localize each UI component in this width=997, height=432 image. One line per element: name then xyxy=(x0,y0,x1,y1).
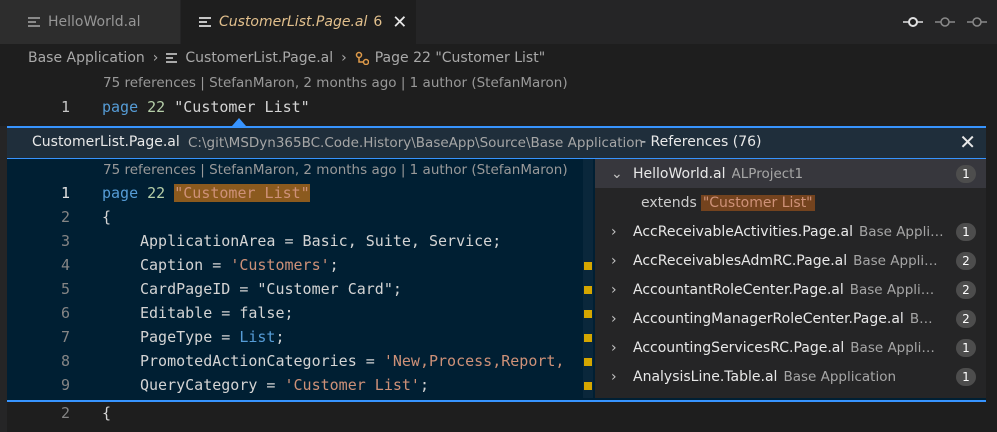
peek-file[interactable]: CustomerList.Page.al xyxy=(32,134,180,150)
overview-marker xyxy=(584,358,592,366)
chevron-right-icon[interactable]: › xyxy=(611,224,625,240)
gutter-strip xyxy=(0,126,7,432)
code-line[interactable]: { xyxy=(102,208,111,226)
count-badge: 2 xyxy=(956,310,976,328)
chevron-right-icon: › xyxy=(152,50,159,66)
symbol-icon xyxy=(355,51,369,65)
chevron-right-icon: › xyxy=(341,50,347,66)
overview-marker xyxy=(584,334,592,342)
chevron-right-icon[interactable]: › xyxy=(611,311,625,327)
timeline-active-icon[interactable] xyxy=(901,10,925,34)
code-line[interactable]: { xyxy=(102,404,111,422)
reference-file-row[interactable]: › AccountantRoleCenter.Page.al Base Appl… xyxy=(595,275,986,304)
count-badge: 2 xyxy=(956,281,976,299)
overview-marker xyxy=(584,286,592,294)
code-line[interactable]: page 22 "Customer List" xyxy=(102,98,310,116)
reference-file-row[interactable]: ⌄ HelloWorld.al ALProject1 1 xyxy=(595,159,986,188)
code-line[interactable]: ApplicationArea = Basic, Suite, Service; xyxy=(140,232,501,250)
code-line[interactable]: Caption = 'Customers'; xyxy=(140,256,339,274)
line-number: 1 xyxy=(60,184,70,202)
problem-count: 6 xyxy=(373,14,383,30)
breadcrumb: Base Application › CustomerList.Page.al … xyxy=(28,48,545,68)
file-lines-icon xyxy=(28,15,40,29)
close-tab-icon[interactable]: ✕ xyxy=(392,12,407,33)
peek-header: CustomerList.Page.al C:\git\MSDyn365BC.C… xyxy=(7,128,986,159)
tab-label: HelloWorld.al xyxy=(48,14,141,30)
tab-bar: HelloWorld.al CustomerList.Page.al 6 ✕ xyxy=(0,0,997,44)
codelens[interactable]: 75 references | StefanMaron, 2 months ag… xyxy=(103,75,568,91)
code-line[interactable]: QueryCategory = 'Customer List'; xyxy=(140,376,429,394)
line-number: 2 xyxy=(60,404,70,422)
file-lines-icon xyxy=(199,15,211,29)
reference-file-row[interactable]: › AccountingManagerRoleCenter.Page.al Ba… xyxy=(595,304,986,333)
editor-actions xyxy=(901,10,989,34)
chevron-right-icon[interactable]: › xyxy=(611,253,625,269)
line-number: 2 xyxy=(60,208,70,226)
overview-marker xyxy=(584,382,592,390)
overview-marker xyxy=(584,310,592,318)
peek-view: CustomerList.Page.al C:\git\MSDyn365BC.C… xyxy=(7,126,986,402)
peek-editor[interactable]: 75 references | StefanMaron, 2 months ag… xyxy=(7,159,593,398)
breadcrumb-file[interactable]: CustomerList.Page.al xyxy=(185,50,333,66)
line-number: 9 xyxy=(60,376,70,394)
line-number: 7 xyxy=(60,328,70,346)
reference-highlight: "Customer List" xyxy=(174,184,310,202)
line-number: 5 xyxy=(60,280,70,298)
peek-path: C:\git\MSDyn365BC.Code.History\BaseApp\S… xyxy=(188,135,644,151)
chevron-down-icon[interactable]: ⌄ xyxy=(611,166,625,182)
close-icon[interactable]: ✕ xyxy=(959,130,976,154)
reference-file-row[interactable]: › AccReceivablesAdmRC.Page.al Base Appli… xyxy=(595,246,986,275)
reference-match-row[interactable]: extends "Customer List" xyxy=(595,188,986,217)
tab-label: CustomerList.Page.al xyxy=(219,14,368,30)
chevron-right-icon[interactable]: › xyxy=(611,282,625,298)
count-badge: 2 xyxy=(956,252,976,270)
code-line[interactable]: Editable = false; xyxy=(140,304,294,322)
peek-arrow xyxy=(232,118,246,126)
timeline-next-icon[interactable] xyxy=(965,10,989,34)
overview-marker xyxy=(584,262,592,270)
line-number: 1 xyxy=(60,98,70,116)
chevron-right-icon[interactable]: › xyxy=(611,340,625,356)
count-badge: 1 xyxy=(956,223,976,241)
breadcrumb-symbol[interactable]: Page 22 "Customer List" xyxy=(375,50,545,66)
line-number: 6 xyxy=(60,304,70,322)
chevron-right-icon[interactable]: › xyxy=(611,369,625,385)
peek-references-title: - References (76) xyxy=(641,134,762,150)
reference-file-row[interactable]: › AnalysisLine.Table.al Base Application… xyxy=(595,362,986,391)
code-line[interactable]: CardPageID = "Customer Card"; xyxy=(140,280,402,298)
count-badge: 1 xyxy=(956,368,976,386)
tab-helloworld[interactable]: HelloWorld.al xyxy=(0,0,180,44)
reference-file-row[interactable]: › AccountingServicesRC.Page.al Base Appl… xyxy=(595,333,986,362)
code-line[interactable]: PageType = List; xyxy=(140,328,285,346)
line-number: 3 xyxy=(60,232,70,250)
count-badge: 1 xyxy=(956,165,976,183)
count-badge: 1 xyxy=(956,339,976,357)
codelens[interactable]: 75 references | StefanMaron, 2 months ag… xyxy=(103,162,568,178)
code-line[interactable]: page 22 "Customer List" xyxy=(102,184,310,202)
references-tree: ⌄ HelloWorld.al ALProject1 1 extends "Cu… xyxy=(595,159,986,398)
timeline-prev-icon[interactable] xyxy=(933,10,957,34)
file-lines-icon xyxy=(166,51,178,65)
line-number: 8 xyxy=(60,352,70,370)
reference-file-row[interactable]: › AccReceivableActivities.Page.al Base A… xyxy=(595,217,986,246)
code-line[interactable]: PromotedActionCategories = 'New,Process,… xyxy=(140,352,564,370)
tab-customerlist[interactable]: CustomerList.Page.al 6 ✕ xyxy=(181,0,416,44)
breadcrumb-folder[interactable]: Base Application xyxy=(28,50,145,66)
line-number: 4 xyxy=(60,256,70,274)
